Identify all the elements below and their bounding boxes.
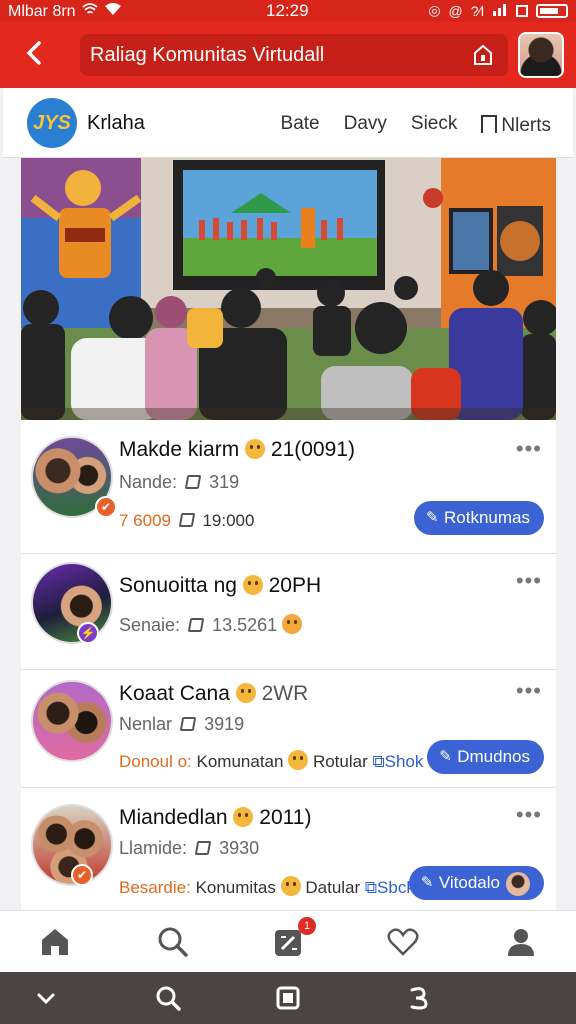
signal-bars-icon <box>492 2 508 19</box>
community-logo: JYS <box>27 98 77 148</box>
level-badge-icon: ⚡ <box>77 622 99 644</box>
member-avatar[interactable] <box>31 680 113 762</box>
hero-photo[interactable] <box>21 158 556 420</box>
community-gathering-image <box>21 158 556 420</box>
community-name: Krlaha <box>87 112 145 134</box>
tab-search[interactable] <box>156 925 190 959</box>
mini-avatar <box>506 871 530 896</box>
home-icon <box>42 929 68 955</box>
location-icon: ◎ <box>428 2 441 18</box>
tab-profile[interactable] <box>504 925 538 959</box>
home-outline-icon[interactable] <box>472 43 494 67</box>
search-icon <box>158 927 188 957</box>
item-subtitle: Senaie: 13.5261 <box>119 614 303 636</box>
feed-item[interactable]: ✔ Makde kiarm 21(0091) ••• Nande: 319 7 … <box>21 420 556 554</box>
nav-assistant-button[interactable] <box>404 984 432 1012</box>
clock: 12:29 <box>266 1 309 20</box>
item-subtitle: Llamide: 3930 <box>119 838 260 858</box>
bottom-tab-bar: 1 <box>0 910 576 972</box>
like-icon <box>184 475 202 489</box>
back-button[interactable] <box>18 36 52 70</box>
worried-emoji-icon <box>282 614 303 634</box>
tab-sieck[interactable]: Sieck <box>411 113 457 137</box>
feed-item[interactable]: ✔ Miandedlan 2011) ••• Llamide: 3930 Bes… <box>21 788 556 910</box>
item-title: Koaat Cana 2WR <box>119 682 309 705</box>
item-title: Sonuoitta ng 20PH <box>119 574 322 597</box>
tab-nlerts-label: Nlerts <box>501 115 551 136</box>
app-header: Raliag Komunitas Virtudall <box>0 22 576 88</box>
battery-icon <box>536 3 568 18</box>
status-right: ◎ @ ?⁄l <box>428 2 568 19</box>
sync-icon: @ <box>448 2 463 19</box>
heart-icon <box>387 928 419 956</box>
nav-home-button[interactable] <box>274 984 302 1012</box>
network-label: ?⁄l <box>470 2 484 19</box>
more-options-button[interactable]: ••• <box>516 436 542 462</box>
search-icon <box>156 986 181 1011</box>
link-icon: ⧉ <box>372 752 385 771</box>
item-subtitle: Nande: 319 <box>119 472 240 492</box>
item-subtitle: Nenlar 3919 <box>119 714 245 734</box>
bookmark-icon <box>481 115 498 133</box>
smile-emoji-icon <box>242 575 263 595</box>
chevron-down-icon <box>37 993 55 1005</box>
feed-item[interactable]: Koaat Cana 2WR ••• Nenlar 3919 Donoul o:… <box>21 670 556 788</box>
notification-square-icon <box>516 4 528 17</box>
more-options-button[interactable]: ••• <box>516 568 542 594</box>
community-header: JYS Krlaha Bate Davy Sieck Nlerts <box>3 88 573 158</box>
join-button[interactable]: Rotknumas <box>414 501 544 535</box>
system-navigation-bar <box>0 972 576 1024</box>
join-button[interactable]: Vitodalo <box>408 866 544 900</box>
carrier-label: Mlbar 8rn <box>8 2 76 20</box>
smile-emoji-icon <box>288 750 309 770</box>
smile-emoji-icon <box>245 439 266 459</box>
notification-badge: 1 <box>298 917 316 935</box>
community-tabs: Bate Davy Sieck Nlerts <box>281 113 551 137</box>
wifi-icon <box>104 2 122 21</box>
feed-item[interactable]: ⚡ Sonuoitta ng 20PH ••• Senaie: 13.5261 <box>21 554 556 670</box>
page-title: Raliag Komunitas Virtudall <box>90 44 325 66</box>
signal-icon <box>81 2 98 21</box>
status-left: Mlbar 8rn <box>8 2 122 21</box>
smile-emoji-icon <box>280 876 301 896</box>
like-icon <box>194 841 212 855</box>
more-options-button[interactable]: ••• <box>516 678 542 704</box>
tab-home[interactable] <box>38 925 72 959</box>
item-meta: 7 6009 19:000 <box>119 511 255 530</box>
header-title-field[interactable]: Raliag Komunitas Virtudall <box>80 34 508 76</box>
status-bar: Mlbar 8rn 12:29 ◎ @ ?⁄l <box>0 0 576 22</box>
item-title: Makde kiarm 21(0091) <box>119 438 355 461</box>
tab-bate[interactable]: Bate <box>281 113 320 137</box>
nav-back-button[interactable] <box>32 984 60 1012</box>
smile-emoji-icon <box>235 683 256 703</box>
verified-badge-icon: ✔ <box>71 864 93 886</box>
member-avatar[interactable] <box>31 562 113 644</box>
nav-search-button[interactable] <box>154 984 182 1012</box>
join-button[interactable]: Dmudnos <box>427 740 544 774</box>
chevron-left-icon <box>26 41 41 65</box>
smile-emoji-icon <box>233 807 254 827</box>
like-icon <box>179 717 197 731</box>
more-options-button[interactable]: ••• <box>516 802 542 828</box>
item-meta: Donoul o: Komunatan Rotular ⧉Shok <box>119 750 424 771</box>
item-link[interactable]: Shok <box>385 752 424 771</box>
assistant-icon <box>410 987 428 1010</box>
verified-badge-icon: ✔ <box>95 496 117 518</box>
tab-nlerts[interactable]: Nlerts <box>481 113 551 137</box>
like-icon <box>187 618 205 632</box>
tab-davy[interactable]: Davy <box>344 113 387 137</box>
item-title: Miandedlan 2011) <box>119 806 312 829</box>
item-meta: Besardie: Konumitas Datular ⧉Sbck <box>119 876 415 897</box>
square-home-icon <box>276 986 300 1010</box>
share-icon <box>178 513 195 527</box>
community-feed: ✔ Makde kiarm 21(0091) ••• Nande: 319 7 … <box>21 420 556 910</box>
user-avatar[interactable] <box>518 32 564 78</box>
person-icon <box>508 929 534 956</box>
tab-create[interactable]: 1 <box>272 917 316 959</box>
tab-favorites[interactable] <box>386 925 420 959</box>
link-icon: ⧉ <box>364 878 378 897</box>
